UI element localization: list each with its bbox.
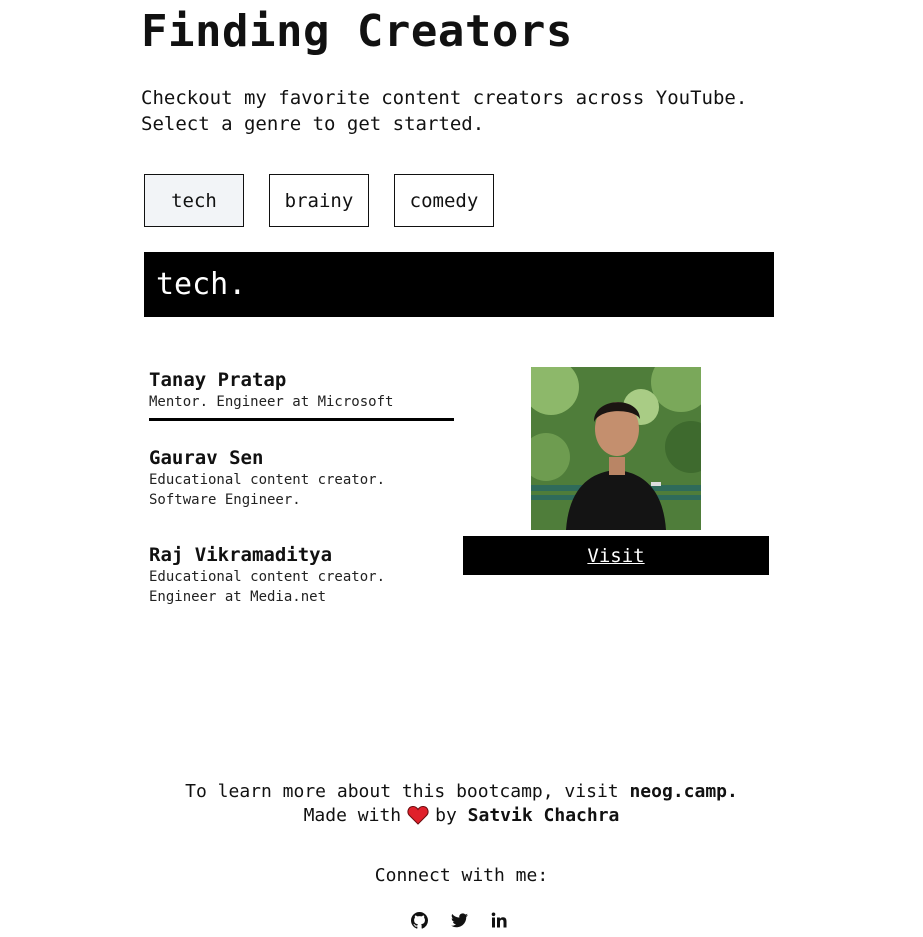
genre-button-tech[interactable]: tech: [144, 174, 244, 227]
creator-photo: [531, 367, 701, 530]
creator-name: Gaurav Sen: [149, 447, 264, 469]
page-title: Finding Creators: [141, 6, 573, 57]
footer-made-with: Made with by Satvik Chachra: [0, 804, 923, 832]
creator-item-tanay-pratap[interactable]: Tanay Pratap Mentor. Engineer at Microso…: [149, 368, 454, 421]
creator-item-raj-vikramaditya[interactable]: Raj Vikramaditya Educational content cre…: [149, 543, 454, 607]
creator-name: Raj Vikramaditya: [149, 544, 333, 566]
creator-desc-line: Educational content creator.: [149, 472, 386, 488]
intro-line-2: Select a genre to get started.: [141, 113, 485, 135]
genre-button-comedy[interactable]: comedy: [394, 174, 494, 227]
linkedin-icon[interactable]: [488, 909, 510, 931]
creator-desc-line: Educational content creator.: [149, 569, 386, 585]
author-name[interactable]: Satvik Chachra: [468, 805, 620, 826]
creator-description: Mentor. Engineer at Microsoft: [149, 392, 454, 412]
twitter-icon[interactable]: [448, 909, 470, 931]
intro-text: Checkout my favorite content creators ac…: [141, 85, 821, 137]
footer-made-prefix: Made with: [303, 805, 402, 826]
creator-description: Educational content creator. Engineer at…: [149, 567, 454, 607]
creator-description: Educational content creator. Software En…: [149, 470, 454, 510]
footer-learn-prefix: To learn more about this bootcamp, visit: [185, 781, 630, 802]
neog-camp-link[interactable]: neog.camp.: [629, 781, 737, 802]
connect-label: Connect with me:: [374, 865, 549, 886]
creator-name: Tanay Pratap: [149, 369, 287, 391]
creator-desc-line: Software Engineer.: [149, 492, 301, 508]
creator-desc-line: Mentor. Engineer at Microsoft: [149, 394, 394, 410]
genre-heading: tech.: [144, 252, 774, 317]
genre-button-brainy[interactable]: brainy: [269, 174, 369, 227]
intro-line-1: Checkout my favorite content creators ac…: [141, 87, 748, 109]
heart-icon: [407, 805, 429, 832]
visit-button[interactable]: Visit: [463, 536, 769, 575]
footer-made-by: by: [435, 805, 457, 826]
footer-learn-more: To learn more about this bootcamp, visit…: [0, 780, 923, 804]
creator-item-gaurav-sen[interactable]: Gaurav Sen Educational content creator. …: [149, 446, 454, 510]
creator-desc-line: Engineer at Media.net: [149, 589, 327, 605]
github-icon[interactable]: [408, 909, 430, 931]
